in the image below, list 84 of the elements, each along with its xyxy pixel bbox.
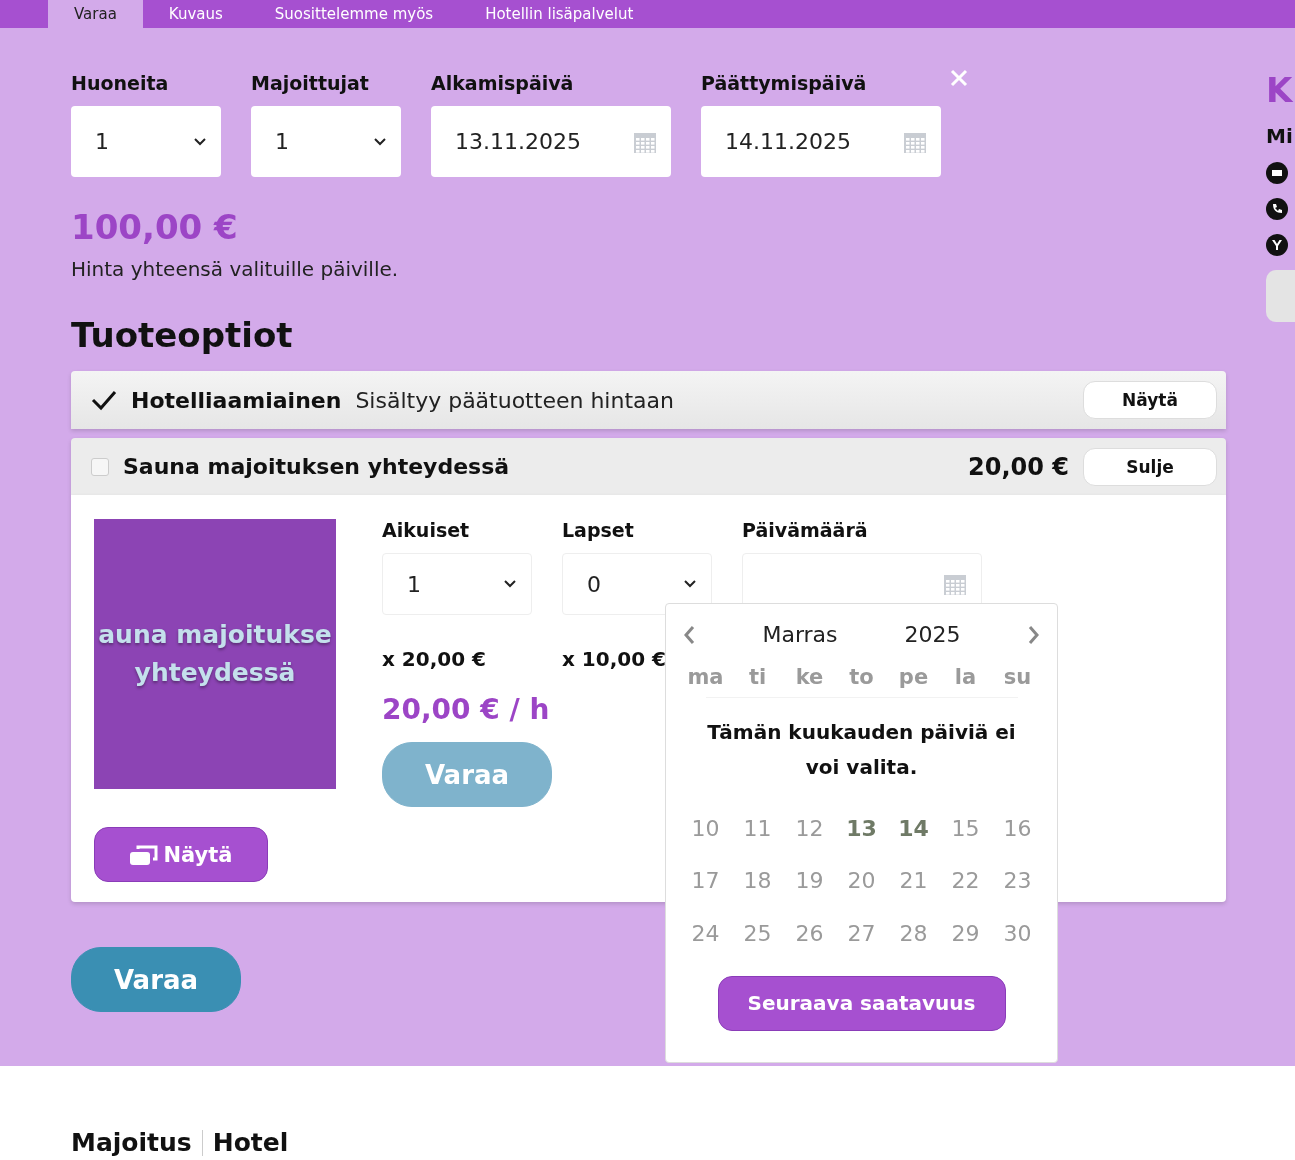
cards-icon	[129, 844, 158, 865]
close-button[interactable]: Sulje	[1083, 447, 1217, 486]
checkbox[interactable]	[91, 457, 109, 476]
image-title: yhteydessä	[134, 657, 296, 689]
tab[interactable]: Suosittelemme myös	[248, 0, 460, 28]
calendar-day: 10	[691, 802, 720, 855]
tab[interactable]: Varaa	[48, 0, 143, 28]
weekday-label: to	[849, 664, 874, 691]
tab[interactable]: Hotellin lisäpalvelut	[459, 0, 660, 28]
calendar-day: 22	[951, 854, 980, 907]
unit-price: x 10,00 €	[562, 647, 667, 671]
select-field[interactable]: 0	[562, 553, 712, 615]
calendar-day: 15	[951, 802, 980, 855]
calendar-day: 11	[743, 802, 772, 855]
calendar-day: 30	[1003, 907, 1032, 960]
letter-icon	[1266, 234, 1288, 256]
select-field[interactable]: 1	[382, 553, 532, 615]
calendar-day: 13	[846, 802, 877, 855]
chevron-down-icon	[503, 579, 517, 589]
price-note: Hinta yhteensä valituille päiville.	[71, 257, 400, 281]
chevron-down-icon	[683, 579, 697, 589]
total-price: 100,00 €	[71, 207, 239, 247]
breadcrumb-link[interactable]: Majoitus	[71, 1128, 192, 1157]
next-availability-button[interactable]: Seuraava saatavuus	[717, 975, 1006, 1031]
date-field[interactable]: 14.11.2025	[701, 106, 941, 177]
sidebar-button[interactable]	[1266, 270, 1295, 322]
calendar-day: 24	[691, 907, 720, 960]
field-label: Huoneita	[71, 72, 170, 96]
field-label: Päivämäärä	[742, 519, 869, 543]
field-label: Majoittujat	[251, 72, 370, 96]
phone-icon	[1266, 198, 1288, 220]
tab[interactable]: Kuvaus	[142, 0, 249, 28]
calendar-day: 16	[1003, 802, 1032, 855]
image-title: auna majoitukse	[98, 619, 332, 651]
chevron-left-icon[interactable]	[681, 623, 696, 646]
calendar-day: 12	[795, 802, 824, 855]
field-label: Alkamispäivä	[431, 72, 575, 96]
book-button[interactable]: Varaa	[71, 947, 241, 1012]
sidebar-heading: K	[1266, 70, 1294, 110]
calendar-icon	[943, 572, 967, 596]
select-field[interactable]: 1	[251, 106, 401, 177]
chevron-right-icon[interactable]	[1027, 623, 1042, 646]
calendar-day: 20	[847, 854, 876, 907]
calendar-day: 26	[795, 907, 824, 960]
calendar-day: 17	[691, 854, 720, 907]
option-description: Sisältyy päätuotteen hintaan	[355, 387, 675, 413]
calendar-message: Tämän kuukauden päiviä ei voi valita.	[705, 697, 1018, 802]
calendar-day: 28	[899, 907, 928, 960]
mail-icon	[1266, 162, 1288, 184]
chevron-down-icon	[373, 136, 387, 147]
calendar-day: 19	[795, 854, 824, 907]
year-label: 2025	[904, 622, 961, 647]
weekday-label: ma	[687, 664, 724, 691]
section-heading: Tuoteoptiot	[71, 315, 294, 355]
select-field[interactable]: 1	[71, 106, 221, 177]
show-button[interactable]: Näytä	[1083, 381, 1217, 419]
weekday-label: ke	[795, 664, 824, 691]
unit-price: x 20,00 €	[382, 647, 487, 671]
close-icon[interactable]	[949, 68, 969, 88]
chevron-down-icon	[193, 136, 207, 147]
calendar-day: 27	[847, 907, 876, 960]
option-name: Hotelliaamiainen	[131, 387, 342, 413]
weekday-label: su	[1003, 664, 1032, 691]
calendar-day: 25	[743, 907, 772, 960]
weekday-label: pe	[898, 664, 929, 691]
option-name: Sauna majoituksen yhteydessä	[123, 454, 510, 479]
field-label: Aikuiset	[382, 519, 471, 543]
calendar-day: 29	[951, 907, 980, 960]
calendar-day: 21	[899, 854, 928, 907]
field-label: Lapset	[562, 519, 635, 543]
month-label: Marras	[762, 622, 838, 647]
date-field[interactable]: 13.11.2025	[431, 106, 671, 177]
weekday-label: ti	[748, 664, 767, 691]
calendar-day: 23	[1003, 854, 1032, 907]
field-label: Päättymispäivä	[701, 72, 868, 96]
checkmark-icon[interactable]	[91, 389, 117, 411]
sidebar-subheading: Mi	[1266, 124, 1294, 148]
option-price: 20,00 €	[968, 452, 1069, 481]
calendar-day: 18	[743, 854, 772, 907]
breadcrumb-link[interactable]: Hotel	[212, 1128, 289, 1157]
show-button[interactable]: Näytä	[94, 827, 268, 882]
option-total: 20,00 € / h	[382, 693, 550, 726]
calendar-day: 14	[898, 802, 929, 855]
weekday-label: la	[954, 664, 977, 691]
